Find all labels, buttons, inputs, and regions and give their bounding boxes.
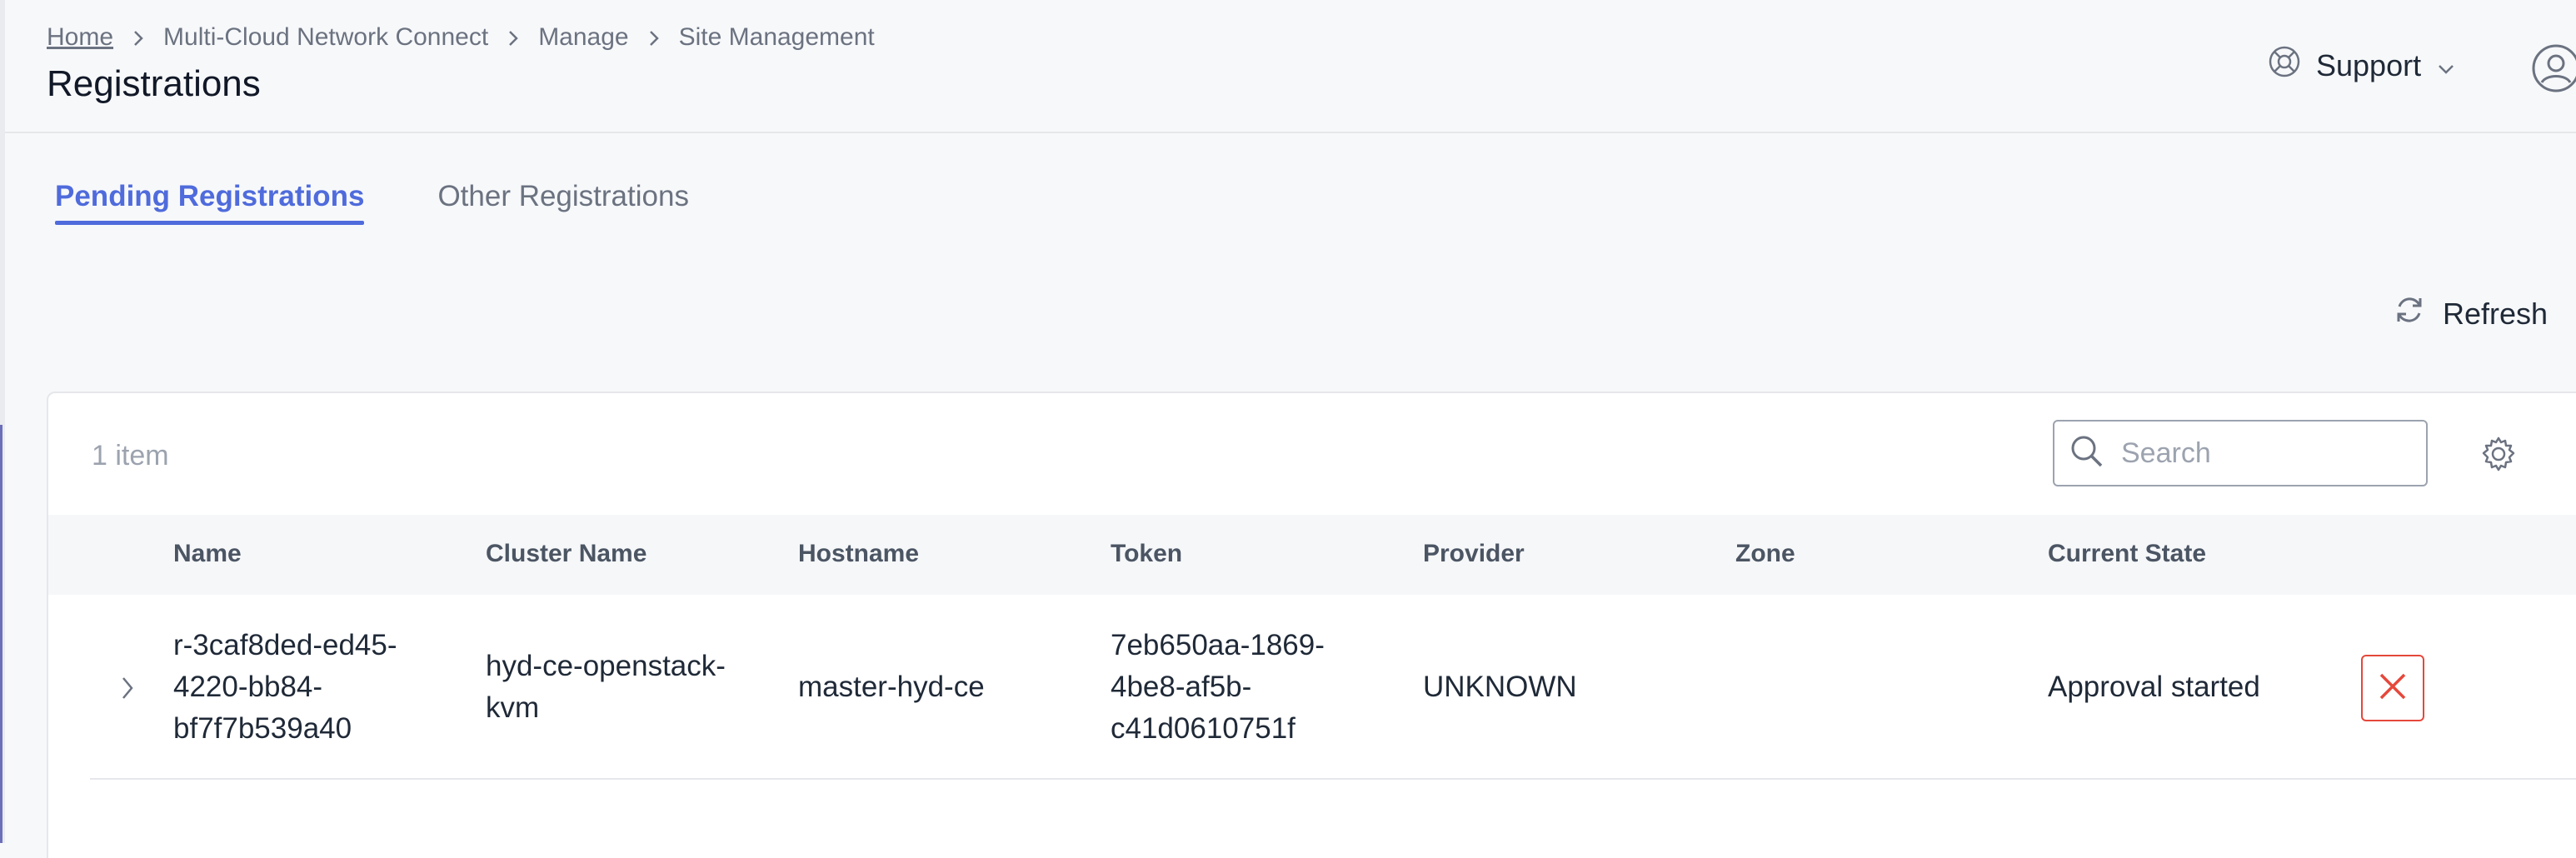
delete-registration-button[interactable] (2361, 655, 2424, 721)
column-header-current-state[interactable]: Current State (2048, 540, 2206, 568)
cell-name: r-3caf8ded-ed45- 4220-bb84- bf7f7b539a40 (173, 625, 397, 750)
cell-hostname: master-hyd-ce (798, 671, 985, 703)
cell-token: 7eb650aa-1869- 4be8-af5b- c41d0610751f (1111, 625, 1325, 750)
registrations-table-card: 1 item Name Cluster Name Hostname Token … (47, 392, 2576, 858)
support-label: Support (2316, 47, 2422, 82)
cell-cluster-name: hyd-ce-openstack- kvm (486, 646, 726, 729)
breadcrumb-manage[interactable]: Manage (538, 23, 628, 52)
chevron-right-icon (488, 23, 538, 52)
app-frame: Home Multi-Cloud Network Connect Manage … (0, 0, 2576, 858)
column-header-name[interactable]: Name (173, 540, 242, 568)
support-menu[interactable]: Support (2268, 45, 2456, 86)
cell-token-line: 4be8-af5b- (1111, 671, 1252, 703)
refresh-button[interactable]: Refresh (2393, 293, 2548, 334)
chevron-right-icon (629, 23, 679, 52)
item-count: 1 item (92, 440, 169, 471)
search-icon (2069, 434, 2104, 473)
page-header: Home Multi-Cloud Network Connect Manage … (5, 0, 2576, 133)
gear-icon[interactable] (2479, 435, 2518, 473)
column-header-provider[interactable]: Provider (1423, 540, 1525, 568)
cell-provider: UNKNOWN (1423, 671, 1577, 703)
cell-token-line: c41d0610751f (1111, 712, 1295, 745)
chevron-down-icon (2436, 48, 2456, 83)
column-header-zone[interactable]: Zone (1735, 540, 1795, 568)
registration-tabs: Pending Registrations Other Registration… (55, 180, 689, 225)
breadcrumb-mcn[interactable]: Multi-Cloud Network Connect (163, 23, 488, 52)
user-circle-icon[interactable] (2531, 43, 2576, 93)
cell-name-line: r-3caf8ded-ed45- (173, 629, 397, 661)
chevron-right-icon[interactable] (115, 671, 140, 705)
column-header-hostname[interactable]: Hostname (798, 540, 919, 568)
search-input[interactable] (2121, 436, 2404, 470)
column-header-token[interactable]: Token (1111, 540, 1182, 568)
cell-cluster-line: kvm (486, 691, 540, 724)
cell-token-line: 7eb650aa-1869- (1111, 629, 1325, 661)
refresh-icon (2393, 293, 2426, 334)
close-icon (2376, 670, 2409, 707)
left-nav-accent (0, 425, 2, 843)
cell-name-line: bf7f7b539a40 (173, 712, 352, 745)
lifebuoy-icon (2268, 45, 2301, 86)
breadcrumb: Home Multi-Cloud Network Connect Manage … (47, 23, 875, 52)
cell-current-state: Approval started (2048, 671, 2260, 703)
cell-cluster-line: hyd-ce-openstack- (486, 650, 726, 682)
breadcrumb-site-management[interactable]: Site Management (679, 23, 875, 52)
chevron-right-icon (113, 23, 163, 52)
search-box[interactable] (2053, 420, 2428, 486)
table-header: Name Cluster Name Hostname Token Provide… (48, 515, 2576, 595)
table-row: r-3caf8ded-ed45- 4220-bb84- bf7f7b539a40… (90, 595, 2576, 780)
page-title: Registrations (47, 63, 261, 104)
refresh-label: Refresh (2443, 296, 2549, 331)
breadcrumb-home[interactable]: Home (47, 23, 113, 52)
tab-pending-registrations[interactable]: Pending Registrations (55, 180, 365, 225)
tab-other-registrations[interactable]: Other Registrations (437, 180, 689, 223)
column-header-cluster-name[interactable]: Cluster Name (486, 540, 646, 568)
cell-name-line: 4220-bb84- (173, 671, 323, 703)
